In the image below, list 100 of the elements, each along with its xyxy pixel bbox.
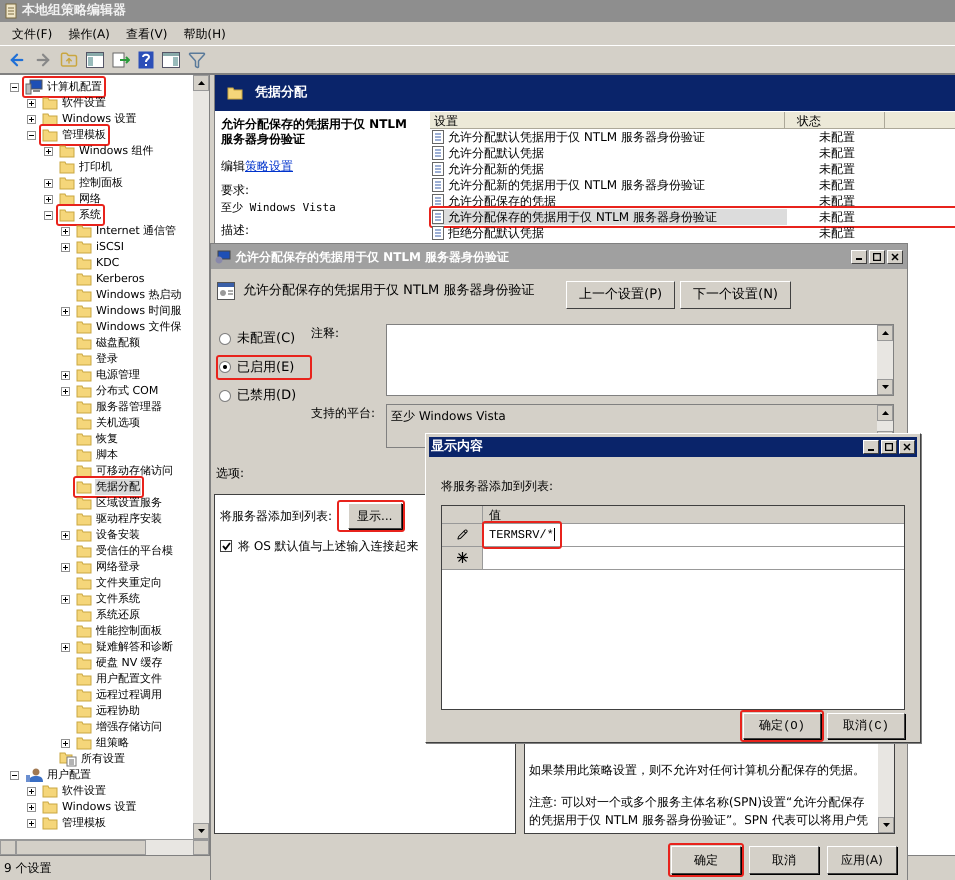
dialog-button[interactable]: 应用(A) [827, 846, 897, 874]
menu-item[interactable]: 帮助(H) [183, 24, 226, 42]
list-row[interactable]: 允许分配默认凭据 [432, 145, 787, 161]
column-header[interactable]: 值 [483, 506, 507, 523]
close-button[interactable] [899, 440, 915, 454]
tree-item[interactable]: 管理模板 [61, 127, 107, 143]
next-setting-button[interactable]: 下一个设置(N) [680, 281, 791, 309]
dialog-button[interactable]: 确定 [671, 846, 741, 874]
expand-icon[interactable] [61, 594, 70, 604]
collapse-icon[interactable] [10, 82, 19, 92]
expand-icon[interactable] [27, 786, 36, 796]
action-pane-icon[interactable] [162, 52, 180, 68]
tree-item[interactable]: 受信任的平台模 [95, 543, 174, 559]
expand-icon[interactable] [61, 306, 70, 316]
help-icon[interactable] [138, 50, 154, 68]
expand-icon[interactable] [61, 386, 70, 396]
radio-button[interactable] [219, 361, 231, 374]
tree-item[interactable]: 服务器管理器 [95, 399, 163, 415]
back-icon[interactable] [8, 50, 26, 68]
tree-item[interactable]: 设备安装 [95, 527, 141, 543]
tree-item[interactable]: 远程过程调用 [95, 687, 163, 703]
scroll-up-icon[interactable] [882, 331, 888, 335]
tree-item[interactable]: Windows 设置 [61, 111, 138, 127]
tree-item[interactable]: 恢复 [95, 431, 119, 447]
tree-item[interactable]: 远程协助 [95, 703, 141, 719]
scroll-down-icon[interactable] [882, 385, 888, 389]
scroll-down-icon[interactable] [198, 829, 204, 833]
comment-field[interactable] [386, 324, 894, 396]
tree-item[interactable]: 可移动存储访问 [95, 463, 174, 479]
tree-item[interactable]: Internet 通信管 [95, 223, 178, 239]
scroll-down-icon[interactable] [882, 823, 890, 827]
expand-icon[interactable] [61, 226, 70, 236]
scroll-up-icon[interactable] [882, 411, 888, 415]
dialog-button[interactable]: 显示... [348, 503, 402, 529]
tree-item[interactable]: Windows 时间服 [95, 303, 183, 319]
filter-icon[interactable] [188, 50, 206, 68]
tree-item[interactable]: Windows 热启动 [95, 287, 183, 303]
tree-item[interactable]: 管理模板 [61, 815, 107, 831]
tree-item[interactable]: 组策略 [95, 735, 130, 751]
dialog-button[interactable]: 确定(O) [743, 713, 821, 739]
menu-item[interactable]: 查看(V) [126, 24, 168, 42]
expand-icon[interactable] [61, 738, 70, 748]
expand-icon[interactable] [27, 98, 36, 108]
tree-item[interactable]: 增强存储访问 [95, 719, 163, 735]
tree-item[interactable]: 凭据分配 [95, 479, 141, 495]
tree-item[interactable]: 磁盘配额 [95, 335, 141, 351]
minimize-button[interactable] [851, 250, 867, 264]
tree-item[interactable]: 登录 [95, 351, 119, 367]
tree-item[interactable]: Windows 设置 [61, 799, 138, 815]
expand-icon[interactable] [44, 178, 53, 188]
tree-item[interactable]: 系统还原 [95, 607, 141, 623]
checkbox[interactable] [220, 540, 232, 552]
tree-item[interactable]: 脚本 [95, 447, 119, 463]
list-row[interactable]: 允许分配新的凭据 [432, 161, 787, 177]
tree-item[interactable]: 疑难解答和诊断 [95, 639, 174, 655]
tree-pane-icon[interactable] [86, 52, 104, 68]
tree-item[interactable]: 软件设置 [61, 783, 107, 799]
column-header[interactable]: 设置 [430, 112, 785, 128]
radio-button[interactable] [219, 332, 231, 345]
tree-item[interactable]: 性能控制面板 [95, 623, 163, 639]
column-header[interactable]: 状态 [785, 112, 885, 128]
expand-icon[interactable] [44, 194, 53, 204]
tree-item[interactable]: 打印机 [78, 159, 113, 175]
scroll-up-icon[interactable] [198, 81, 204, 85]
expand-icon[interactable] [27, 114, 36, 124]
tree-item[interactable]: 文件系统 [95, 591, 141, 607]
previous-setting-button[interactable]: 上一个设置(P) [566, 281, 676, 309]
radio-button[interactable] [219, 390, 231, 402]
list-row[interactable]: 允许分配新的凭据用于仅 NTLM 服务器身份验证 [432, 177, 787, 193]
tree-item[interactable]: Windows 组件 [78, 143, 155, 159]
tree-item[interactable]: 用户配置 [46, 767, 92, 783]
expand-icon[interactable] [44, 146, 53, 156]
expand-icon[interactable] [27, 802, 36, 812]
tree-item[interactable]: 所有设置 [80, 751, 126, 767]
expand-icon[interactable] [61, 242, 70, 252]
tree-item[interactable]: 电源管理 [95, 367, 141, 383]
tree-item[interactable]: 计算机配置 [46, 79, 103, 95]
expand-icon[interactable] [27, 818, 36, 828]
tree-item[interactable]: 关机选项 [95, 415, 141, 431]
tree-item[interactable]: 驱动程序安装 [95, 511, 163, 527]
tree-item[interactable]: 用户配置文件 [95, 671, 163, 687]
collapse-icon[interactable] [27, 130, 36, 140]
collapse-icon[interactable] [10, 770, 19, 780]
list-row[interactable]: 拒绝分配默认凭据 [432, 225, 787, 241]
tree-item[interactable]: 文件夹重定向 [95, 575, 163, 591]
tree-item[interactable]: 区域设置服务 [95, 495, 163, 511]
export-icon[interactable] [112, 52, 130, 68]
tree-item[interactable]: Windows 文件保 [95, 319, 183, 335]
tree-item[interactable]: KDC [95, 255, 120, 271]
minimize-button[interactable] [863, 440, 879, 454]
value-cell[interactable]: TERMSRV/* [489, 526, 554, 544]
dialog-button[interactable]: 取消(C) [827, 713, 905, 739]
tree-item[interactable]: 控制面板 [78, 175, 124, 191]
collapse-icon[interactable] [44, 210, 53, 220]
tree-item[interactable]: 网络登录 [95, 559, 141, 575]
tree-item[interactable]: 网络 [78, 191, 102, 207]
expand-icon[interactable] [61, 370, 70, 380]
list-row[interactable]: 允许分配保存的凭据用于仅 NTLM 服务器身份验证 [432, 209, 787, 225]
close-button[interactable] [887, 250, 903, 264]
maximize-button[interactable] [881, 440, 897, 454]
